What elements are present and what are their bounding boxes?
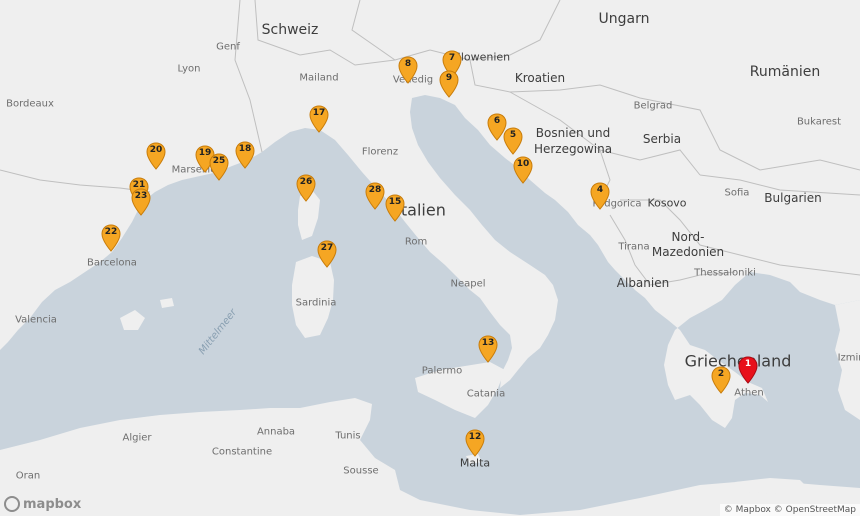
city-label-thessaloniki: Thessaloniki	[694, 267, 756, 279]
country-label-schweiz: Schweiz	[261, 22, 319, 38]
city-label-tunis: Tunis	[335, 430, 361, 442]
city-label-bordeaux: Bordeaux	[6, 98, 54, 110]
marker-label: 18	[238, 144, 252, 154]
city-label-tirana: Tirana	[618, 241, 650, 253]
marker-label: 7	[448, 53, 456, 63]
marker-label: 5	[509, 130, 517, 140]
city-label-belgrad: Belgrad	[633, 100, 673, 112]
city-label-annaba: Annaba	[256, 426, 296, 438]
map-marker-9[interactable]: 9	[439, 70, 459, 98]
mapbox-logo-icon	[4, 496, 20, 512]
mapbox-logo[interactable]: mapbox	[4, 496, 81, 512]
marker-label: 15	[388, 197, 402, 207]
marker-label: 9	[445, 73, 453, 83]
country-label-kroatien: Kroatien	[514, 71, 566, 85]
map-marker-23[interactable]: 23	[131, 188, 151, 216]
city-label-rom: Rom	[404, 236, 428, 248]
map-marker-13[interactable]: 13	[478, 335, 498, 363]
map-marker-22[interactable]: 22	[101, 224, 121, 252]
city-label-neapel: Neapel	[450, 278, 486, 290]
city-label-athen: Athen	[734, 387, 764, 399]
city-label-oran: Oran	[15, 470, 41, 482]
city-label-constantine: Constantine	[211, 446, 273, 458]
city-label-sardinia: Sardinia	[295, 297, 337, 309]
map-attribution[interactable]: © Mapbox © OpenStreetMap	[719, 504, 860, 516]
country-label-bulgarien: Bulgarien	[764, 191, 822, 205]
map-marker-5[interactable]: 5	[503, 127, 523, 155]
marker-label: 10	[516, 159, 530, 169]
city-label-sousse: Sousse	[343, 465, 379, 477]
city-label-algier: Algier	[122, 432, 152, 444]
country-label-serbia: Serbia	[642, 132, 682, 146]
country-label-malta: Malta	[459, 456, 491, 470]
city-label-mailand: Mailand	[299, 72, 339, 84]
mapbox-logo-text: mapbox	[23, 496, 82, 512]
country-label-nordmazedonien: Nord-Mazedonien	[651, 230, 725, 259]
marker-label: 2	[717, 369, 725, 379]
map-marker-10[interactable]: 10	[513, 156, 533, 184]
marker-label: 20	[149, 145, 163, 155]
marker-label: 13	[481, 338, 495, 348]
country-label-kosovo: Kosovo	[647, 196, 687, 210]
city-label-florenz: Florenz	[361, 146, 399, 158]
city-label-bukarest: Bukarest	[796, 116, 842, 128]
city-label-lyon: Lyon	[177, 63, 201, 75]
marker-label: 17	[312, 108, 326, 118]
marker-label: 22	[104, 227, 118, 237]
map-marker-25[interactable]: 25	[209, 153, 229, 181]
marker-label: 27	[320, 243, 334, 253]
city-label-palermo: Palermo	[421, 365, 463, 377]
city-label-catania: Catania	[466, 388, 506, 400]
city-label-barcelona: Barcelona	[87, 257, 137, 269]
marker-label: 28	[368, 185, 382, 195]
map-view[interactable]: Schweiz Ungarn Rumänien Slowenien Kroati…	[0, 0, 860, 516]
marker-label: 4	[596, 185, 604, 195]
map-marker-27[interactable]: 27	[317, 240, 337, 268]
country-label-rumaenien: Rumänien	[749, 64, 821, 80]
city-label-izmir: Izmir	[837, 352, 860, 364]
marker-label: 8	[404, 59, 412, 69]
city-label-valencia: Valencia	[15, 314, 57, 326]
country-label-ungarn: Ungarn	[598, 11, 650, 27]
marker-label: 1	[744, 359, 752, 369]
map-marker-26[interactable]: 26	[296, 174, 316, 202]
marker-label: 12	[468, 432, 482, 442]
marker-label: 26	[299, 177, 313, 187]
map-marker-4[interactable]: 4	[590, 182, 610, 210]
marker-label: 25	[212, 156, 226, 166]
city-label-genf: Genf	[216, 41, 240, 53]
marker-label: 23	[134, 191, 148, 201]
map-marker-8[interactable]: 8	[398, 56, 418, 84]
country-label-albanien: Albanien	[616, 276, 670, 290]
country-label-slowenien: Slowenien	[453, 50, 511, 64]
map-marker-2[interactable]: 2	[711, 366, 731, 394]
map-marker-18[interactable]: 18	[235, 141, 255, 169]
map-marker-15[interactable]: 15	[385, 194, 405, 222]
map-marker-28[interactable]: 28	[365, 182, 385, 210]
map-marker-1[interactable]: 1	[738, 356, 758, 384]
map-marker-17[interactable]: 17	[309, 105, 329, 133]
country-label-bosnien: Bosnien und Herzegowina	[533, 126, 613, 156]
marker-label: 6	[493, 116, 501, 126]
map-marker-20[interactable]: 20	[146, 142, 166, 170]
city-label-sofia: Sofia	[724, 187, 750, 199]
map-marker-12[interactable]: 12	[465, 429, 485, 457]
